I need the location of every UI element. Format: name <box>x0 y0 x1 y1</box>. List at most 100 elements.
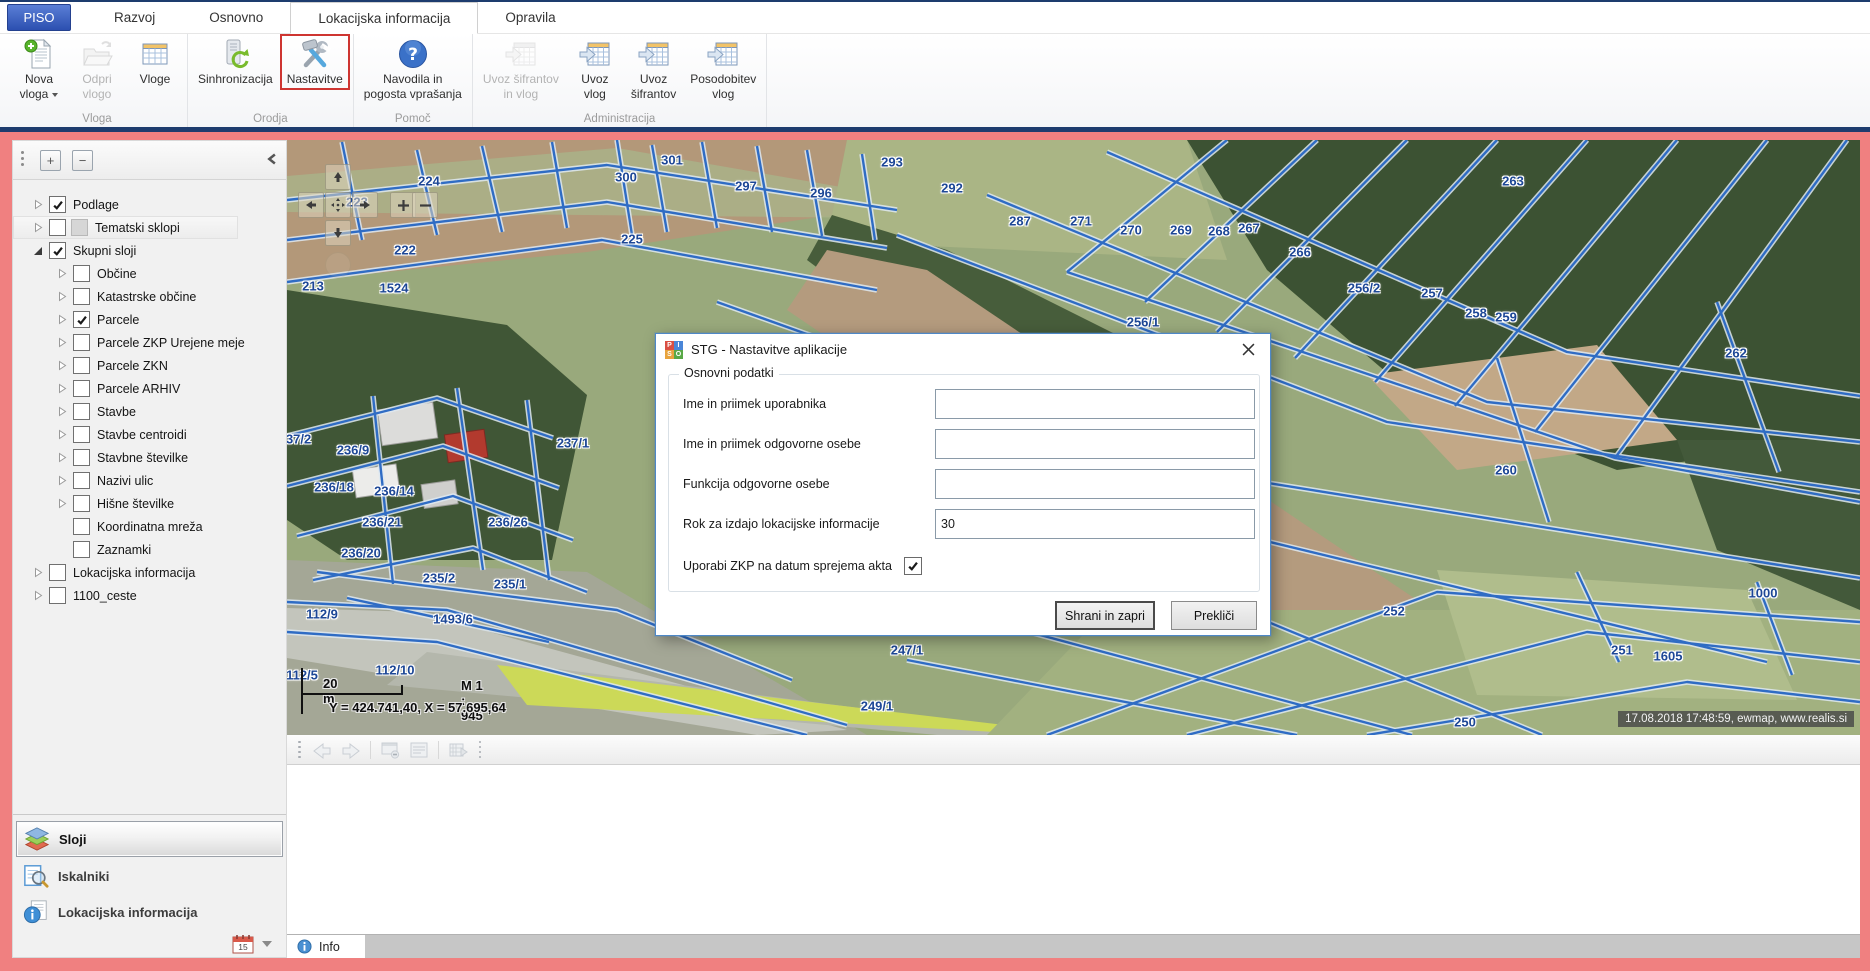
collapse-panel-icon[interactable] <box>264 151 278 167</box>
sidebar-nav-iskalniki[interactable]: Iskalniki <box>16 859 283 893</box>
tree-item-stavbne-tevilke[interactable]: Stavbne številke <box>13 446 286 469</box>
save-and-close-button[interactable]: Shrani in zapri <box>1055 601 1155 630</box>
drag-grip-icon[interactable] <box>21 151 24 166</box>
pan-right-button[interactable] <box>352 192 378 218</box>
expand-arrow-icon[interactable] <box>57 314 67 325</box>
expand-arrow-icon[interactable] <box>57 337 67 348</box>
layer-checkbox[interactable] <box>73 541 90 558</box>
tree-item-stavbe-centroidi[interactable]: Stavbe centroidi <box>13 423 286 446</box>
sidebar-nav-sloji[interactable]: Sloji <box>16 821 283 857</box>
tab-opravila[interactable]: Opravila <box>478 2 582 33</box>
tree-item-parcele[interactable]: Parcele <box>13 308 286 331</box>
layer-checkbox[interactable] <box>73 449 90 466</box>
field-input-ime-in-priimek-uporabnika[interactable] <box>935 389 1255 419</box>
layer-checkbox[interactable] <box>73 334 90 351</box>
collapse-all-button[interactable]: − <box>72 150 93 171</box>
dialog-titlebar[interactable]: PI SO STG - Nastavitve aplikacije <box>656 334 1270 365</box>
layer-checkbox[interactable] <box>49 564 66 581</box>
close-icon[interactable] <box>1226 334 1270 365</box>
pan-up-button[interactable] <box>325 164 351 190</box>
parcel-label: 292 <box>941 181 963 196</box>
zkp-checkbox[interactable] <box>904 557 922 575</box>
pan-down-button[interactable] <box>325 220 351 246</box>
layer-checkbox[interactable] <box>49 196 66 213</box>
layer-checkbox[interactable] <box>49 219 66 236</box>
ribbon-button-sinhronizacija[interactable]: Sinhronizacija <box>191 34 280 90</box>
layer-checkbox[interactable] <box>49 587 66 604</box>
ribbon-button-posodobitev-vlog[interactable]: Posodobitevvlog <box>683 34 763 105</box>
cancel-button[interactable]: Prekliči <box>1171 601 1257 630</box>
sidebar-nav-lokacijska-informacija[interactable]: Lokacijska informacija <box>16 895 283 929</box>
tree-item-parcele-zkn[interactable]: Parcele ZKN <box>13 354 286 377</box>
svg-text:?: ? <box>408 45 418 65</box>
layer-checkbox[interactable] <box>73 518 90 535</box>
tree-item-ob-ine[interactable]: Občine <box>13 262 286 285</box>
parcel-label: 258 <box>1465 306 1487 321</box>
layer-checkbox[interactable] <box>73 265 90 282</box>
tab-lokacijska-informacija[interactable]: Lokacijska informacija <box>290 2 478 34</box>
expand-arrow-icon[interactable] <box>57 360 67 371</box>
tab-osnovno[interactable]: Osnovno <box>182 2 290 33</box>
layer-checkbox[interactable] <box>73 288 90 305</box>
pan-left-button[interactable] <box>298 192 324 218</box>
tree-item-katastrske-ob-ine[interactable]: Katastrske občine <box>13 285 286 308</box>
ribbon-button-uvoz-ifrantov[interactable]: Uvozšifrantov <box>624 34 683 105</box>
tree-item-skupni-sloji[interactable]: Skupni sloji <box>13 239 286 262</box>
expand-arrow-icon[interactable] <box>57 291 67 302</box>
drag-grip-icon[interactable] <box>298 741 301 759</box>
layer-checkbox[interactable] <box>73 495 90 512</box>
collapse-arrow-icon[interactable] <box>33 246 43 256</box>
expand-arrow-icon[interactable] <box>57 268 67 279</box>
layer-checkbox[interactable] <box>73 426 90 443</box>
expand-arrow-icon[interactable] <box>33 222 43 233</box>
ribbon-button-nastavitve[interactable]: Nastavitve <box>280 34 350 90</box>
layer-checkbox[interactable] <box>73 472 90 489</box>
pan-center-icon[interactable] <box>325 192 351 218</box>
field-input-ime-in-priimek-odgovorne-osebe[interactable] <box>935 429 1255 459</box>
ribbon-button-uvoz-vlog[interactable]: Uvozvlog <box>566 34 624 105</box>
tree-item-parcele-arhiv[interactable]: Parcele ARHIV <box>13 377 286 400</box>
layer-checkbox[interactable] <box>73 403 90 420</box>
expand-arrow-icon[interactable] <box>57 406 67 417</box>
layer-checkbox[interactable] <box>73 311 90 328</box>
expand-all-button[interactable]: + <box>40 150 61 171</box>
expand-arrow-icon[interactable] <box>57 475 67 486</box>
expand-arrow-icon[interactable] <box>33 567 43 578</box>
nav-back-button <box>309 739 335 761</box>
tree-item-stavbe[interactable]: Stavbe <box>13 400 286 423</box>
tree-item-parcele-zkp-urejene-meje[interactable]: Parcele ZKP Urejene meje <box>13 331 286 354</box>
tree-item-tematski-sklopi[interactable]: Tematski sklopi <box>13 216 238 239</box>
expand-arrow-icon[interactable] <box>33 590 43 601</box>
chevron-down-icon[interactable] <box>262 941 272 947</box>
field-input-rok-za-izdajo-lokacijske-informacije[interactable] <box>935 509 1255 539</box>
drag-grip-icon[interactable] <box>479 741 482 759</box>
tree-item-1100-ceste[interactable]: 1100_ceste <box>13 584 286 607</box>
ribbon-button-vloge[interactable]: Vloge <box>126 34 184 90</box>
field-input-funkcija-odgovorne-osebe[interactable] <box>935 469 1255 499</box>
layer-checkbox[interactable] <box>73 380 90 397</box>
layer-checkbox[interactable] <box>73 357 90 374</box>
app-button-piso[interactable]: PISO <box>7 4 71 31</box>
tree-item-koordinatna-mre-a[interactable]: Koordinatna mreža <box>13 515 286 538</box>
ribbon-button-navodila-in-pogosta-vpra-anja[interactable]: ?Navodila inpogosta vprašanja <box>357 34 469 105</box>
expand-arrow-icon[interactable] <box>57 383 67 394</box>
expand-arrow-icon[interactable] <box>33 199 43 210</box>
tree-item-zaznamki[interactable]: Zaznamki <box>13 538 286 561</box>
reset-view-button[interactable] <box>325 252 351 278</box>
tab-info[interactable]: Info <box>287 935 365 958</box>
parcel-label: 249/1 <box>861 699 894 714</box>
expand-arrow-icon[interactable] <box>57 452 67 463</box>
tree-item-lokacijska-informacija[interactable]: Lokacijska informacija <box>13 561 286 584</box>
expand-arrow-icon[interactable] <box>57 498 67 509</box>
calendar-icon[interactable]: 15 <box>232 934 254 954</box>
ribbon-button-nova-vloga[interactable]: Novavloga <box>10 34 68 105</box>
tree-item-nazivi-ulic[interactable]: Nazivi ulic <box>13 469 286 492</box>
layer-checkbox[interactable] <box>49 242 66 259</box>
tree-item-hi-ne-tevilke[interactable]: Hišne številke <box>13 492 286 515</box>
expand-arrow-icon[interactable] <box>57 429 67 440</box>
tab-razvoj[interactable]: Razvoj <box>87 2 182 33</box>
layer-label: Stavbe centroidi <box>97 428 187 442</box>
zoom-out-button[interactable] <box>412 192 438 218</box>
parcel-label: 224 <box>418 174 440 189</box>
tree-item-podlage[interactable]: Podlage <box>13 193 286 216</box>
